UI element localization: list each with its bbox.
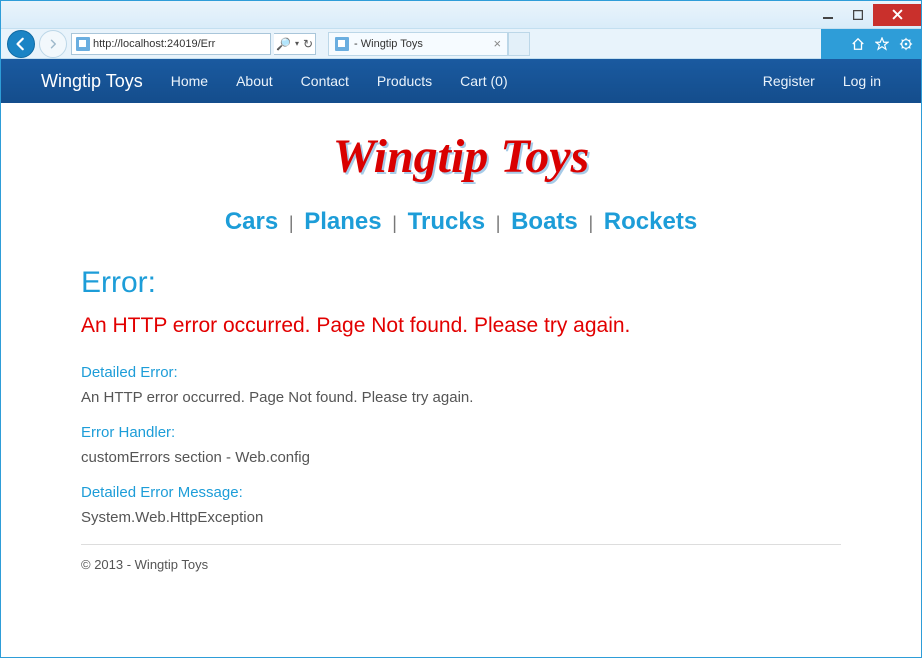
footer-divider (81, 544, 841, 545)
tab-title: - Wingtip Toys (354, 38, 423, 50)
home-icon[interactable] (851, 37, 865, 51)
browser-right-controls (821, 29, 921, 59)
error-handler-text: customErrors section - Web.config (81, 449, 841, 466)
category-separator: | (285, 213, 298, 233)
nav-register[interactable]: Register (763, 73, 815, 89)
address-controls: 🔎 ▾ ↻ (274, 33, 316, 55)
detailed-error-text: An HTTP error occurred. Page Not found. … (81, 389, 841, 406)
nav-products[interactable]: Products (377, 73, 432, 89)
browser-tab[interactable]: - Wingtip Toys × (328, 32, 508, 56)
window-maximize-button[interactable] (843, 4, 873, 26)
page-content: Wingtip Toys Cars | Planes | Trucks | Bo… (81, 103, 841, 592)
page-viewport: Wingtip Toys Home About Contact Products… (1, 59, 921, 657)
nav-login[interactable]: Log in (843, 73, 881, 89)
window-titlebar (1, 1, 921, 29)
refresh-icon[interactable]: ↻ (303, 37, 313, 51)
error-handler-label: Error Handler: (81, 424, 841, 441)
address-text: http://localhost:24019/Err (93, 38, 266, 50)
error-heading: Error: (81, 266, 841, 300)
back-button[interactable] (7, 30, 35, 58)
favorites-icon[interactable] (875, 37, 889, 51)
address-bar[interactable]: http://localhost:24019/Err (71, 33, 271, 55)
error-message: An HTTP error occurred. Page Not found. … (81, 314, 841, 338)
category-cars[interactable]: Cars (225, 208, 278, 235)
window-close-button[interactable] (873, 4, 921, 26)
category-boats[interactable]: Boats (511, 208, 578, 235)
page-icon (76, 37, 90, 51)
nav-cart[interactable]: Cart (0) (460, 73, 507, 89)
brand[interactable]: Wingtip Toys (41, 71, 143, 92)
tab-close-icon[interactable]: × (493, 36, 501, 51)
detailed-message-label: Detailed Error Message: (81, 484, 841, 501)
site-logo: Wingtip Toys (81, 129, 841, 184)
category-nav: Cars | Planes | Trucks | Boats | Rockets (81, 208, 841, 236)
tab-page-icon (335, 37, 349, 51)
category-separator: | (584, 213, 597, 233)
search-icon[interactable]: 🔎 (276, 37, 291, 51)
nav-about[interactable]: About (236, 73, 273, 89)
footer-text: © 2013 - Wingtip Toys (81, 557, 841, 572)
category-trucks[interactable]: Trucks (408, 208, 485, 235)
browser-toolbar: http://localhost:24019/Err 🔎 ▾ ↻ - Wingt… (1, 29, 921, 59)
window-minimize-button[interactable] (813, 4, 843, 26)
browser-window: http://localhost:24019/Err 🔎 ▾ ↻ - Wingt… (0, 0, 922, 658)
nav-contact[interactable]: Contact (301, 73, 349, 89)
dropdown-icon[interactable]: ▾ (295, 39, 299, 48)
category-separator: | (492, 213, 505, 233)
category-separator: | (388, 213, 401, 233)
tools-icon[interactable] (899, 37, 913, 51)
detailed-error-label: Detailed Error: (81, 364, 841, 381)
category-rockets[interactable]: Rockets (604, 208, 697, 235)
new-tab-button[interactable] (508, 32, 530, 56)
forward-button[interactable] (39, 30, 67, 58)
nav-home[interactable]: Home (171, 73, 208, 89)
category-planes[interactable]: Planes (304, 208, 381, 235)
detailed-message-text: System.Web.HttpException (81, 509, 841, 526)
site-navbar: Wingtip Toys Home About Contact Products… (1, 59, 921, 103)
